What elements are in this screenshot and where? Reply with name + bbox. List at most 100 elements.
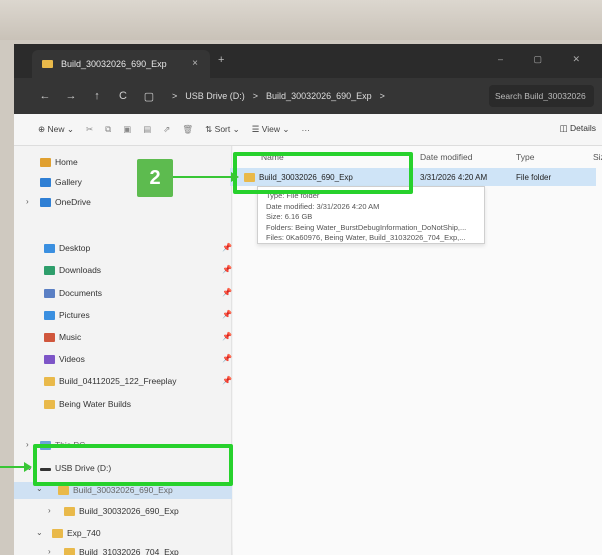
home-icon (40, 157, 51, 167)
arrow-line-left (0, 466, 26, 468)
address-bar-row: ← → ↑ C ▢ > USB Drive (D:) > Build_30032… (14, 78, 602, 114)
copy-icon[interactable]: ⧉ (105, 124, 111, 135)
sidebar-item-label: Build_30032026_690_Exp (73, 485, 173, 495)
details-button[interactable]: ◫ Details (560, 123, 596, 134)
pin-icon[interactable]: 📌 (222, 243, 232, 252)
sidebar-item-label: Pictures (59, 310, 90, 320)
search-input[interactable]: Search Build_30032026 (489, 85, 594, 107)
sidebar-item-label: Being Water Builds (59, 399, 131, 409)
sidebar-item-onedrive[interactable]: OneDrive (40, 194, 91, 210)
column-header-date[interactable]: Date modified (420, 152, 472, 162)
delete-icon[interactable]: 🗑 (182, 124, 193, 135)
sidebar-item-label: Gallery (55, 177, 82, 187)
sidebar-item-documents[interactable]: Documents (44, 285, 102, 301)
chevron-down-icon[interactable]: ⌄ (36, 528, 43, 537)
chevron-right-icon[interactable]: › (48, 506, 51, 515)
sidebar-item-being-water-builds[interactable]: Being Water Builds (44, 396, 131, 412)
sidebar-item-freeplay[interactable]: Build_04112025_122_Freeplay (44, 373, 177, 389)
sidebar-item-label: Documents (59, 288, 102, 298)
sidebar-item-label: Desktop (59, 243, 91, 253)
cut-icon[interactable]: ✂ (86, 124, 93, 135)
rename-icon[interactable]: ▤ (143, 124, 151, 135)
breadcrumb-separator: > (379, 91, 385, 101)
sidebar-item-label: Music (59, 332, 82, 342)
tooltip-files: Files: 0Ka60976, Being Water, Build_3103… (266, 233, 466, 242)
wall-background (0, 0, 602, 40)
arrow-head-icon (231, 172, 239, 182)
highlight-box-usb-drive (33, 444, 233, 486)
highlight-box-file-row (233, 152, 413, 194)
pin-icon[interactable]: 📌 (222, 288, 232, 297)
sidebar-item-desktop[interactable]: Desktop (44, 240, 90, 256)
breadcrumb-separator: > (252, 91, 259, 101)
sidebar-item-label: Videos (59, 354, 85, 364)
chevron-right-icon[interactable]: › (26, 440, 29, 449)
tree-item-exp-740[interactable]: Exp_740 (52, 525, 101, 541)
folder-icon (58, 485, 69, 495)
pin-icon[interactable]: 📌 (222, 354, 232, 363)
new-tab-button[interactable]: + (218, 54, 224, 66)
up-button[interactable]: ↑ (84, 90, 110, 102)
monitor-icon[interactable]: ▢ (136, 90, 162, 103)
breadcrumb-usb-drive[interactable]: USB Drive (D:) (185, 91, 245, 101)
refresh-button[interactable]: C (110, 90, 136, 102)
column-header-type[interactable]: Type (516, 152, 534, 162)
folder-icon (42, 60, 53, 68)
pin-icon[interactable]: 📌 (222, 332, 232, 341)
pin-icon[interactable]: 📌 (222, 310, 232, 319)
breadcrumb-build-folder[interactable]: Build_30032026_690_Exp (266, 91, 372, 101)
sidebar-item-videos[interactable]: Videos (44, 351, 85, 367)
pictures-icon (44, 310, 55, 320)
folder-icon (64, 506, 75, 516)
documents-icon (44, 288, 55, 298)
pin-icon[interactable]: 📌 (222, 376, 232, 385)
details-label: Details (570, 123, 596, 133)
pin-icon[interactable]: 📌 (222, 265, 232, 274)
sidebar-item-label: Build_31032026_704_Exp (79, 547, 179, 555)
downloads-icon (44, 265, 55, 275)
tree-item-build-704[interactable]: Build_31032026_704_Exp (64, 544, 179, 555)
sidebar-item-downloads[interactable]: Downloads (44, 262, 101, 278)
arrow-head-icon (24, 462, 32, 472)
column-header-size[interactable]: Size (593, 152, 602, 162)
sort-label: Sort (214, 124, 231, 134)
view-label: View (261, 124, 280, 134)
desktop-icon (44, 243, 55, 253)
new-button[interactable]: ⊕ New ⌄ (38, 124, 74, 135)
sidebar-item-label: OneDrive (55, 197, 91, 207)
breadcrumb[interactable]: > USB Drive (D:) > Build_30032026_690_Ex… (172, 91, 385, 101)
back-button[interactable]: ← (32, 90, 58, 102)
navigation-pane: Home Gallery › OneDrive Desktop 📌 Downlo… (14, 146, 232, 555)
folder-icon (64, 547, 75, 555)
folder-tooltip: Type: File folder Date modified: 3/31/20… (257, 186, 485, 244)
sidebar-item-home[interactable]: Home (40, 154, 78, 170)
tooltip-date: Date modified: 3/31/2026 4:20 AM (266, 201, 380, 211)
tree-item-build-690-sub[interactable]: Build_30032026_690_Exp (64, 503, 179, 519)
window-controls[interactable]: – ▢ ✕ (498, 54, 594, 65)
sidebar-item-label: Home (55, 157, 78, 167)
forward-button[interactable]: → (58, 90, 84, 102)
folder-icon (52, 528, 63, 538)
share-icon[interactable]: ⇗ (163, 124, 170, 135)
tab-active[interactable]: Build_30032026_690_Exp × (32, 50, 210, 78)
tooltip-folders: Folders: Being Water_BurstDebugInformati… (266, 222, 467, 232)
sidebar-item-label: Build_04112025_122_Freeplay (59, 376, 177, 386)
close-tab-icon[interactable]: × (192, 58, 198, 69)
sidebar-item-pictures[interactable]: Pictures (44, 307, 90, 323)
chevron-right-icon[interactable]: › (48, 547, 51, 555)
chevron-right-icon[interactable]: › (26, 197, 29, 206)
step-number-badge: 2 (137, 159, 173, 197)
sidebar-item-music[interactable]: Music (44, 329, 81, 345)
sidebar-item-label: Exp_740 (67, 528, 101, 538)
view-button[interactable]: ☰ View ⌄ (252, 124, 290, 135)
breadcrumb-separator: > (172, 91, 178, 101)
gallery-icon (40, 177, 51, 187)
videos-icon (44, 354, 55, 364)
sidebar-item-label: Build_30032026_690_Exp (79, 506, 179, 516)
sort-button[interactable]: ⇅ Sort ⌄ (205, 124, 240, 135)
paste-icon[interactable]: ▣ (123, 124, 131, 135)
file-type: File folder (516, 172, 552, 182)
more-button[interactable]: ··· (301, 125, 310, 135)
arrow-line (173, 176, 233, 178)
sidebar-item-gallery[interactable]: Gallery (40, 174, 82, 190)
